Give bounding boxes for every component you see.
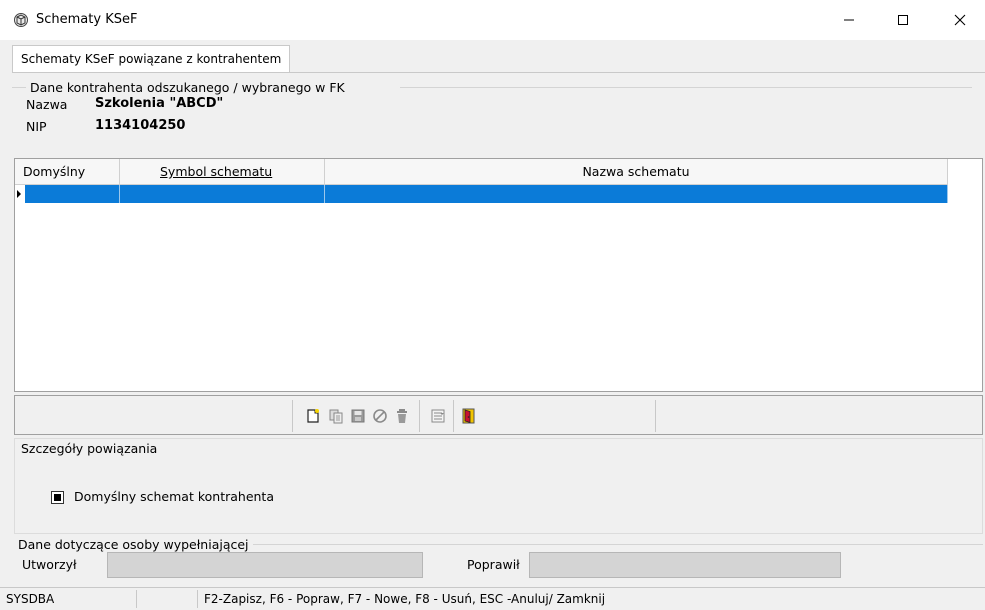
column-header-symbol[interactable]: Symbol schematu [120,159,325,185]
toolbar-separator [292,400,293,432]
status-bar: SYSDBA F2-Zapisz, F6 - Popraw, F7 - Nowe… [0,587,985,610]
delete-icon [397,409,407,423]
cell-name[interactable] [325,185,948,203]
nip-label: NIP [26,119,47,134]
save-icon [351,409,365,423]
grid-header: Domyślny Symbol schematu Nazwa schematu [15,159,948,185]
column-header-default[interactable]: Domyślny [15,159,120,185]
maximize-icon [898,15,908,25]
created-by-field[interactable] [107,552,423,578]
link-details-group: Szczegóły powiązania Domyślny schemat ko… [14,438,983,534]
new-button[interactable] [305,408,321,424]
record-toolbar [14,395,983,435]
cell-symbol[interactable] [120,185,325,203]
status-shortcuts: F2-Zapisz, F6 - Popraw, F7 - Nowe, F8 - … [204,592,606,606]
modified-by-field[interactable] [529,552,841,578]
checkbox-indeterminate-mark [54,494,61,501]
exit-button[interactable] [461,408,477,424]
maximize-button[interactable] [880,0,926,40]
copy-icon [329,409,343,424]
contractor-group-title: Dane kontrahenta odszukanego / wybranego… [26,80,349,95]
schema-app-icon [13,12,29,28]
tab-ksef-schemas[interactable]: Schematy KSeF powiązane z kontrahentem [12,45,291,73]
group-border [400,87,972,88]
window-titlebar: Schematy KSeF [0,0,985,40]
name-label: Nazwa [26,97,68,112]
status-middle [137,588,197,610]
status-user: SYSDBA [6,592,55,606]
new-icon [307,409,319,423]
details-group-title: Szczegóły powiązania [21,441,158,456]
close-icon [954,14,966,26]
cell-default[interactable] [25,185,120,203]
current-row-indicator [15,185,25,203]
copy-button[interactable] [328,408,344,424]
filler-person-group: Dane dotyczące osoby wypełniającej Utwor… [14,537,983,583]
created-by-label: Utworzył [22,557,77,572]
window-title: Schematy KSeF [36,12,138,27]
cancel-icon [373,409,387,423]
toolbar-separator [419,400,420,432]
nip-value: 1134104250 [95,118,186,133]
details-button[interactable] [430,408,446,424]
exit-icon [462,408,475,424]
cancel-button[interactable] [372,408,388,424]
name-value: Szkolenia "ABCD" [95,96,224,111]
default-schema-label[interactable]: Domyślny schemat kontrahenta [74,489,274,504]
column-header-name[interactable]: Nazwa schematu [325,159,948,185]
tab-panel-border [12,72,985,73]
default-schema-checkbox[interactable] [51,491,64,504]
modified-by-label: Poprawił [467,557,520,572]
toolbar-separator [453,400,454,432]
toolbar-separator [655,400,656,432]
row-pointer-icon [17,190,21,198]
minimize-button[interactable] [826,0,872,40]
contractor-group: Dane kontrahenta odszukanego / wybranego… [12,80,972,150]
minimize-icon [844,19,854,21]
details-icon [431,409,445,423]
tab-strip: Schematy KSeF powiązane z kontrahentem [0,40,985,73]
group-border [12,87,26,88]
close-button[interactable] [937,0,983,40]
table-row[interactable] [15,185,948,203]
save-button[interactable] [350,408,366,424]
person-group-title: Dane dotyczące osoby wypełniającej [14,537,253,552]
delete-button[interactable] [394,408,410,424]
schemas-grid[interactable]: Domyślny Symbol schematu Nazwa schematu [14,158,983,392]
